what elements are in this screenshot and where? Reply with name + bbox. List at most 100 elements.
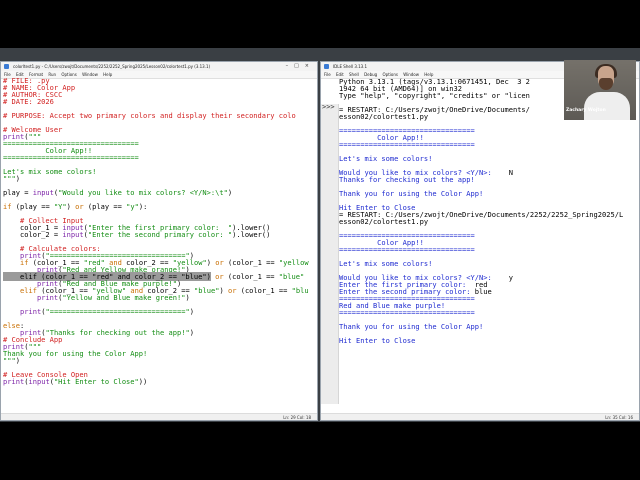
editor-line: Let's mix some colors!: [3, 168, 309, 175]
editor-token: "blue": [278, 272, 305, 281]
shell-token: Thanks for checking out the app!: [339, 175, 475, 184]
shell-prompt-gutter: >>>: [321, 104, 339, 404]
editor-token: input: [28, 377, 50, 386]
editor-token: "blue": [193, 286, 220, 295]
editor-token: ): [219, 286, 228, 295]
shell-line: Thank you for using the Color App!: [339, 190, 623, 197]
editor-token: "Hit Enter to Close": [53, 377, 139, 386]
editor-line: # PURPOSE: Accept two primary colors and…: [3, 112, 309, 119]
editor-line: # Welcome User: [3, 126, 309, 133]
editor-token: input: [62, 230, 84, 239]
editor-token: # PURPOSE: Accept two primary colors and…: [3, 111, 296, 120]
editor-window: colorltest1.py - C:/Users/zwojt/Document…: [0, 61, 318, 421]
editor-titlebar[interactable]: colorltest1.py - C:/Users/zwojt/Document…: [1, 62, 317, 71]
editor-token: ): [227, 188, 233, 197]
shell-line: Let's mix some colors!: [339, 260, 623, 267]
editor-line: print("================================"…: [3, 308, 309, 315]
shell-token: Thank you for using the Color App!: [339, 322, 484, 331]
editor-token: "yellow: [278, 258, 309, 267]
shell-line: ================================: [339, 246, 623, 253]
python-shell-icon: [324, 64, 329, 69]
editor-title: colorltest1.py - C:/Users/zwojt/Document…: [13, 64, 211, 69]
editor-token: """: [3, 356, 16, 365]
editor-token: # DATE: 2026: [3, 97, 54, 106]
shell-token: N: [491, 168, 513, 177]
editor-token: or: [215, 258, 224, 267]
editor-line: play = input("Would you like to mix colo…: [3, 189, 309, 196]
editor-token: (color_1 ==: [236, 286, 292, 295]
shell-prompt: >>>: [322, 103, 335, 111]
shell-line: Thanks for checking out the app!: [339, 176, 623, 183]
editor-token: "Enter the second primary color: ": [87, 230, 233, 239]
editor-token: "Yellow and Blue make green!": [62, 293, 186, 302]
shell-token: ================================: [339, 245, 475, 254]
editor-token: [3, 293, 37, 302]
shell-token: Thank you for using the Color App!: [339, 189, 484, 198]
editor-token: ): [15, 174, 20, 183]
editor-line: # DATE: 2026: [3, 98, 309, 105]
editor-token: or: [215, 272, 224, 281]
shell-line: ================================: [339, 309, 623, 316]
editor-line: print(input("Hit Enter to Close")): [3, 378, 309, 385]
editor-token: """: [3, 174, 16, 183]
editor-token: print: [3, 377, 25, 386]
editor-token: (color_1 ==: [223, 258, 279, 267]
editor-token: ): [15, 356, 20, 365]
editor-token: "Y": [53, 202, 67, 211]
shell-token: Hit Enter to Close: [339, 336, 416, 345]
editor-line: color_2 = input("Enter the second primar…: [3, 231, 309, 238]
editor-token: ): [206, 258, 216, 267]
editor-token: ):: [138, 202, 148, 211]
editor-line: ================================: [3, 154, 309, 161]
shell-token: Let's mix some colors!: [339, 154, 433, 163]
editor-token: print: [36, 293, 59, 302]
editor-token: ================================: [3, 153, 139, 162]
python-file-icon: [4, 64, 9, 69]
shell-title: IDLE Shell 3.13.1: [333, 64, 368, 69]
shell-token: y: [491, 273, 513, 282]
presenter-name: Zachary Wojton: [566, 108, 606, 113]
shell-line: Hit Enter to Close: [339, 337, 623, 344]
shell-token: ================================: [339, 140, 475, 149]
editor-token: play =: [3, 188, 33, 197]
editor-token: ): [189, 307, 194, 316]
editor-token: [3, 307, 20, 316]
editor-token: "Thanks for checking out the app!": [45, 328, 190, 337]
shell-line: ================================: [339, 141, 623, 148]
editor-token: ): [66, 202, 76, 211]
code-editor[interactable]: # FILE: .py # NAME: Color App # AUTHOR: CS…: [3, 77, 309, 385]
editor-token: input: [32, 188, 54, 197]
editor-token: "Would you like to mix colors? <Y/N>:\t": [58, 188, 228, 197]
editor-token: "y": [126, 202, 139, 211]
shell-menu-file[interactable]: File: [324, 72, 331, 77]
presenter-shirt: [584, 92, 630, 120]
editor-token: print: [19, 307, 42, 316]
shell-token: Type "help", "copyright", "credits" or "…: [339, 91, 530, 100]
editor-statusbar: Ln: 29 Col: 18: [1, 413, 317, 420]
editor-token: if: [3, 202, 12, 211]
shell-line: Let's mix some colors!: [339, 155, 623, 162]
editor-token: "================================": [45, 307, 190, 316]
editor-line: """): [3, 175, 309, 182]
shell-token: Let's mix some colors!: [339, 259, 433, 268]
editor-line: """): [3, 357, 309, 364]
shell-token: esson02/colortest1.py: [339, 112, 429, 121]
editor-token: "blu: [291, 286, 309, 295]
editor-line: print("Yellow and Blue make green!"): [3, 294, 309, 301]
shell-line: Thank you for using the Color App!: [339, 323, 623, 330]
shell-line: esson02/colortest1.py: [339, 218, 623, 225]
window-controls-icon[interactable]: –□×: [286, 62, 315, 71]
shell-token: esson02/colortest1.py: [339, 217, 429, 226]
editor-token: (color_1 ==: [223, 272, 279, 281]
editor-token: ): [189, 328, 194, 337]
editor-token: (play ==: [83, 202, 127, 211]
editor-line: # Conclude App: [3, 336, 309, 343]
editor-token: color_2 =: [3, 230, 63, 239]
editor-line: if (play == "Y") or (play == "y"):: [3, 203, 309, 210]
editor-token: (play ==: [11, 202, 54, 211]
editor-token: ).lower(): [232, 230, 271, 239]
editor-token: Thank you for using the Color App!: [3, 349, 148, 358]
editor-token: or: [75, 202, 84, 211]
webcam-overlay: Zachary Wojton: [564, 60, 636, 120]
